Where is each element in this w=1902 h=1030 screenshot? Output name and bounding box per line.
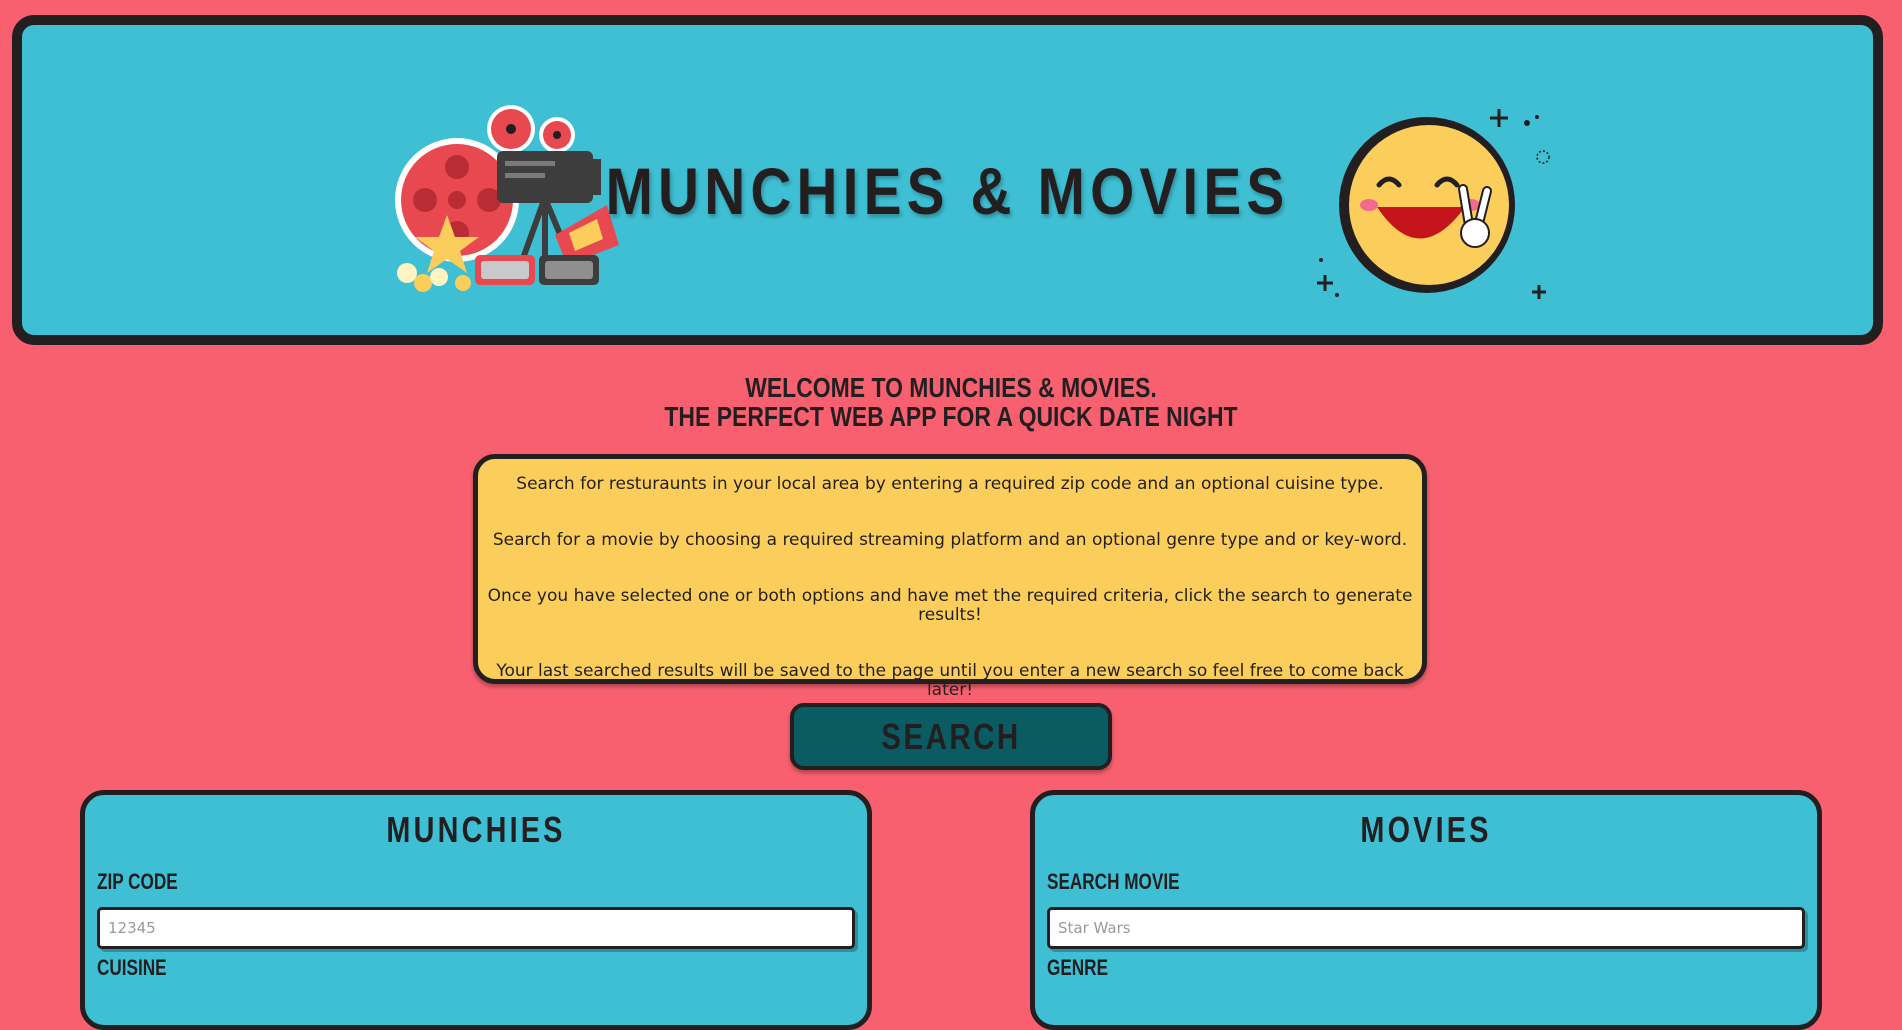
instruction-text: Search for a movie by choosing a require…	[492, 530, 1408, 550]
munchies-title: MUNCHIES	[386, 809, 566, 850]
welcome-heading: WELCOME TO MUNCHIES & MOVIES. THE PERFEC…	[171, 373, 1731, 431]
cuisine-label: CUISINE	[97, 955, 167, 980]
search-button[interactable]: SEARCH	[790, 703, 1112, 770]
zip-code-label: ZIP CODE	[97, 869, 178, 894]
instructions-box: Search for resturaunts in your local are…	[473, 454, 1427, 700]
movies-panel: MOVIES SEARCH MOVIE GENRE	[1030, 790, 1822, 1030]
zip-code-input[interactable]	[97, 907, 855, 949]
search-movie-label: SEARCH MOVIE	[1047, 869, 1180, 894]
movies-title: MOVIES	[1360, 809, 1492, 850]
genre-label: GENRE	[1047, 955, 1109, 980]
welcome-line-2: THE PERFECT WEB APP FOR A QUICK DATE NIG…	[664, 401, 1238, 432]
instruction-text: Your last searched results will be saved…	[496, 661, 1404, 700]
munchies-panel: MUNCHIES ZIP CODE CUISINE	[80, 790, 872, 1030]
search-button-label: SEARCH	[881, 715, 1021, 757]
laughing-emoji-icon	[1317, 109, 1550, 299]
search-movie-input[interactable]	[1047, 907, 1805, 949]
instruction-text: Once you have selected one or both optio…	[487, 586, 1413, 625]
instruction-text: Search for resturaunts in your local are…	[516, 474, 1384, 494]
welcome-line-1: WELCOME TO MUNCHIES & MOVIES.	[745, 372, 1157, 403]
site-header: MUNCHIES & MOVIES	[12, 15, 1883, 345]
